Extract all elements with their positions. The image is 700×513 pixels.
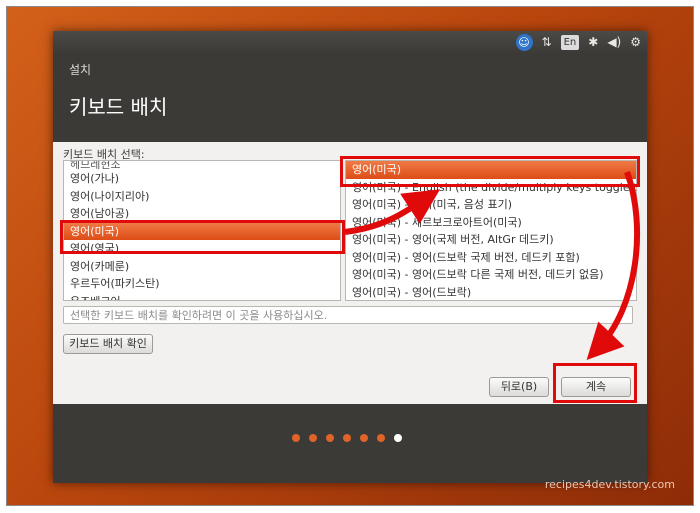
screenshot-frame: ☺ ⇅ En ✱ ◀) ⚙ 설치 키보드 배치 키보드 배치 선택: 헤므레헌조… (6, 6, 694, 506)
arrow-to-continue (586, 170, 641, 361)
watermark: recipes4dev.tistory.com (544, 478, 675, 491)
arrow-to-variant (344, 189, 441, 235)
annotation-arrows (344, 170, 641, 361)
